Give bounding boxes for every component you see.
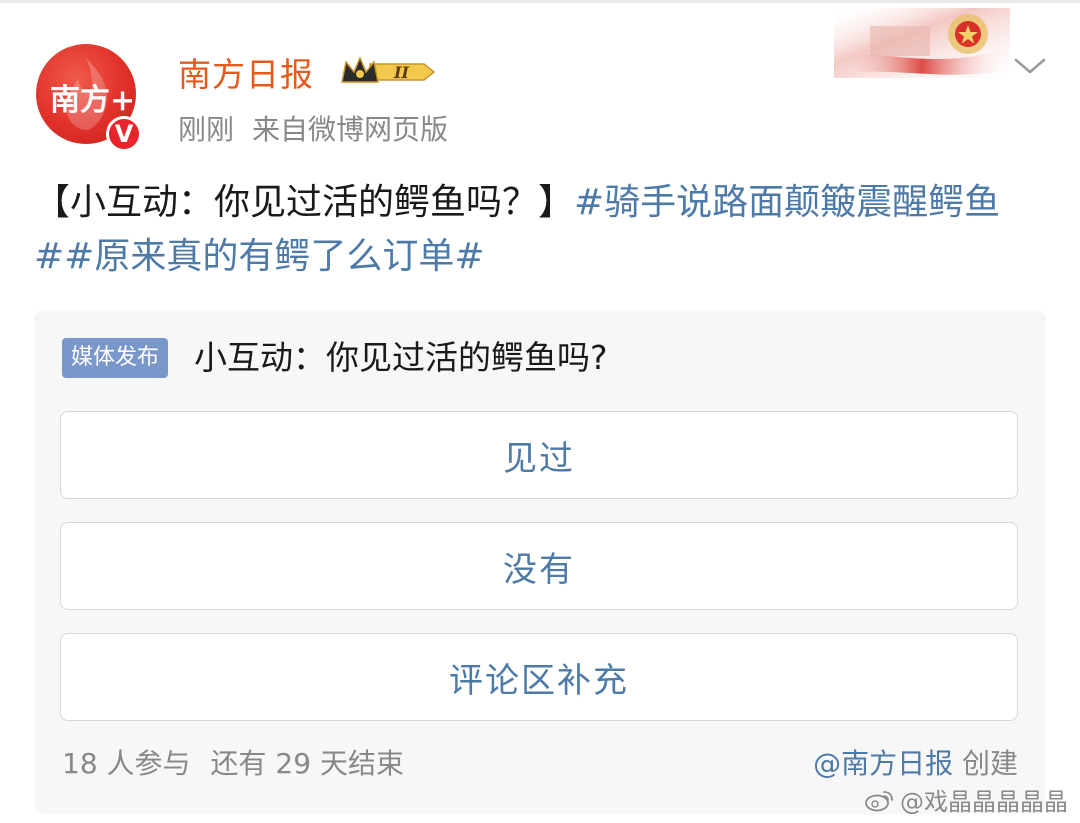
watermark-text: @戏晶晶晶晶晶 (900, 788, 1068, 816)
avatar-text: 南方+ (50, 83, 135, 118)
poll-creator: @南方日报 创建 (813, 742, 1018, 782)
weibo-logo-icon (865, 790, 893, 811)
top-divider (0, 0, 1080, 3)
chevron-down-icon[interactable] (1012, 52, 1048, 80)
verified-badge: V (106, 116, 142, 152)
poll-option-button[interactable]: 见过 (60, 411, 1018, 499)
created-label: 创建 (961, 747, 1018, 780)
post-source[interactable]: 来自微博网页版 (252, 113, 448, 146)
username[interactable]: 南方日报 (178, 48, 314, 96)
post-title: 【小互动：你见过活的鳄鱼吗？】 (34, 182, 575, 223)
decorative-banner-image (834, 8, 1010, 78)
hashtag-link[interactable]: #原来真的有鳄了么订单# (64, 236, 484, 277)
poll-question: 小互动：你见过活的鳄鱼吗? (194, 338, 608, 377)
post-time: 刚刚 (178, 113, 235, 146)
level-label: II (393, 63, 409, 82)
participant-count: 18 人参与 (62, 747, 191, 780)
poll-option-button[interactable]: 没有 (60, 522, 1018, 610)
creator-link[interactable]: @南方日报 (813, 747, 953, 780)
poll-option-button[interactable]: 评论区补充 (60, 633, 1018, 721)
poll-stats: 18 人参与 还有 29 天结束 (62, 742, 424, 782)
post-text: 【小互动：你见过活的鳄鱼吗？】#骑手说路面颠簸震醒鳄鱼##原来真的有鳄了么订单# (34, 176, 1044, 284)
media-tag-badge: 媒体发布 (62, 338, 169, 378)
time-remaining: 还有 29 天结束 (210, 747, 404, 780)
watermark: @戏晶晶晶晶晶 (864, 782, 1068, 817)
crown-level-icon: II (341, 56, 436, 83)
post-meta: 刚刚 来自微博网页版 (178, 108, 466, 148)
